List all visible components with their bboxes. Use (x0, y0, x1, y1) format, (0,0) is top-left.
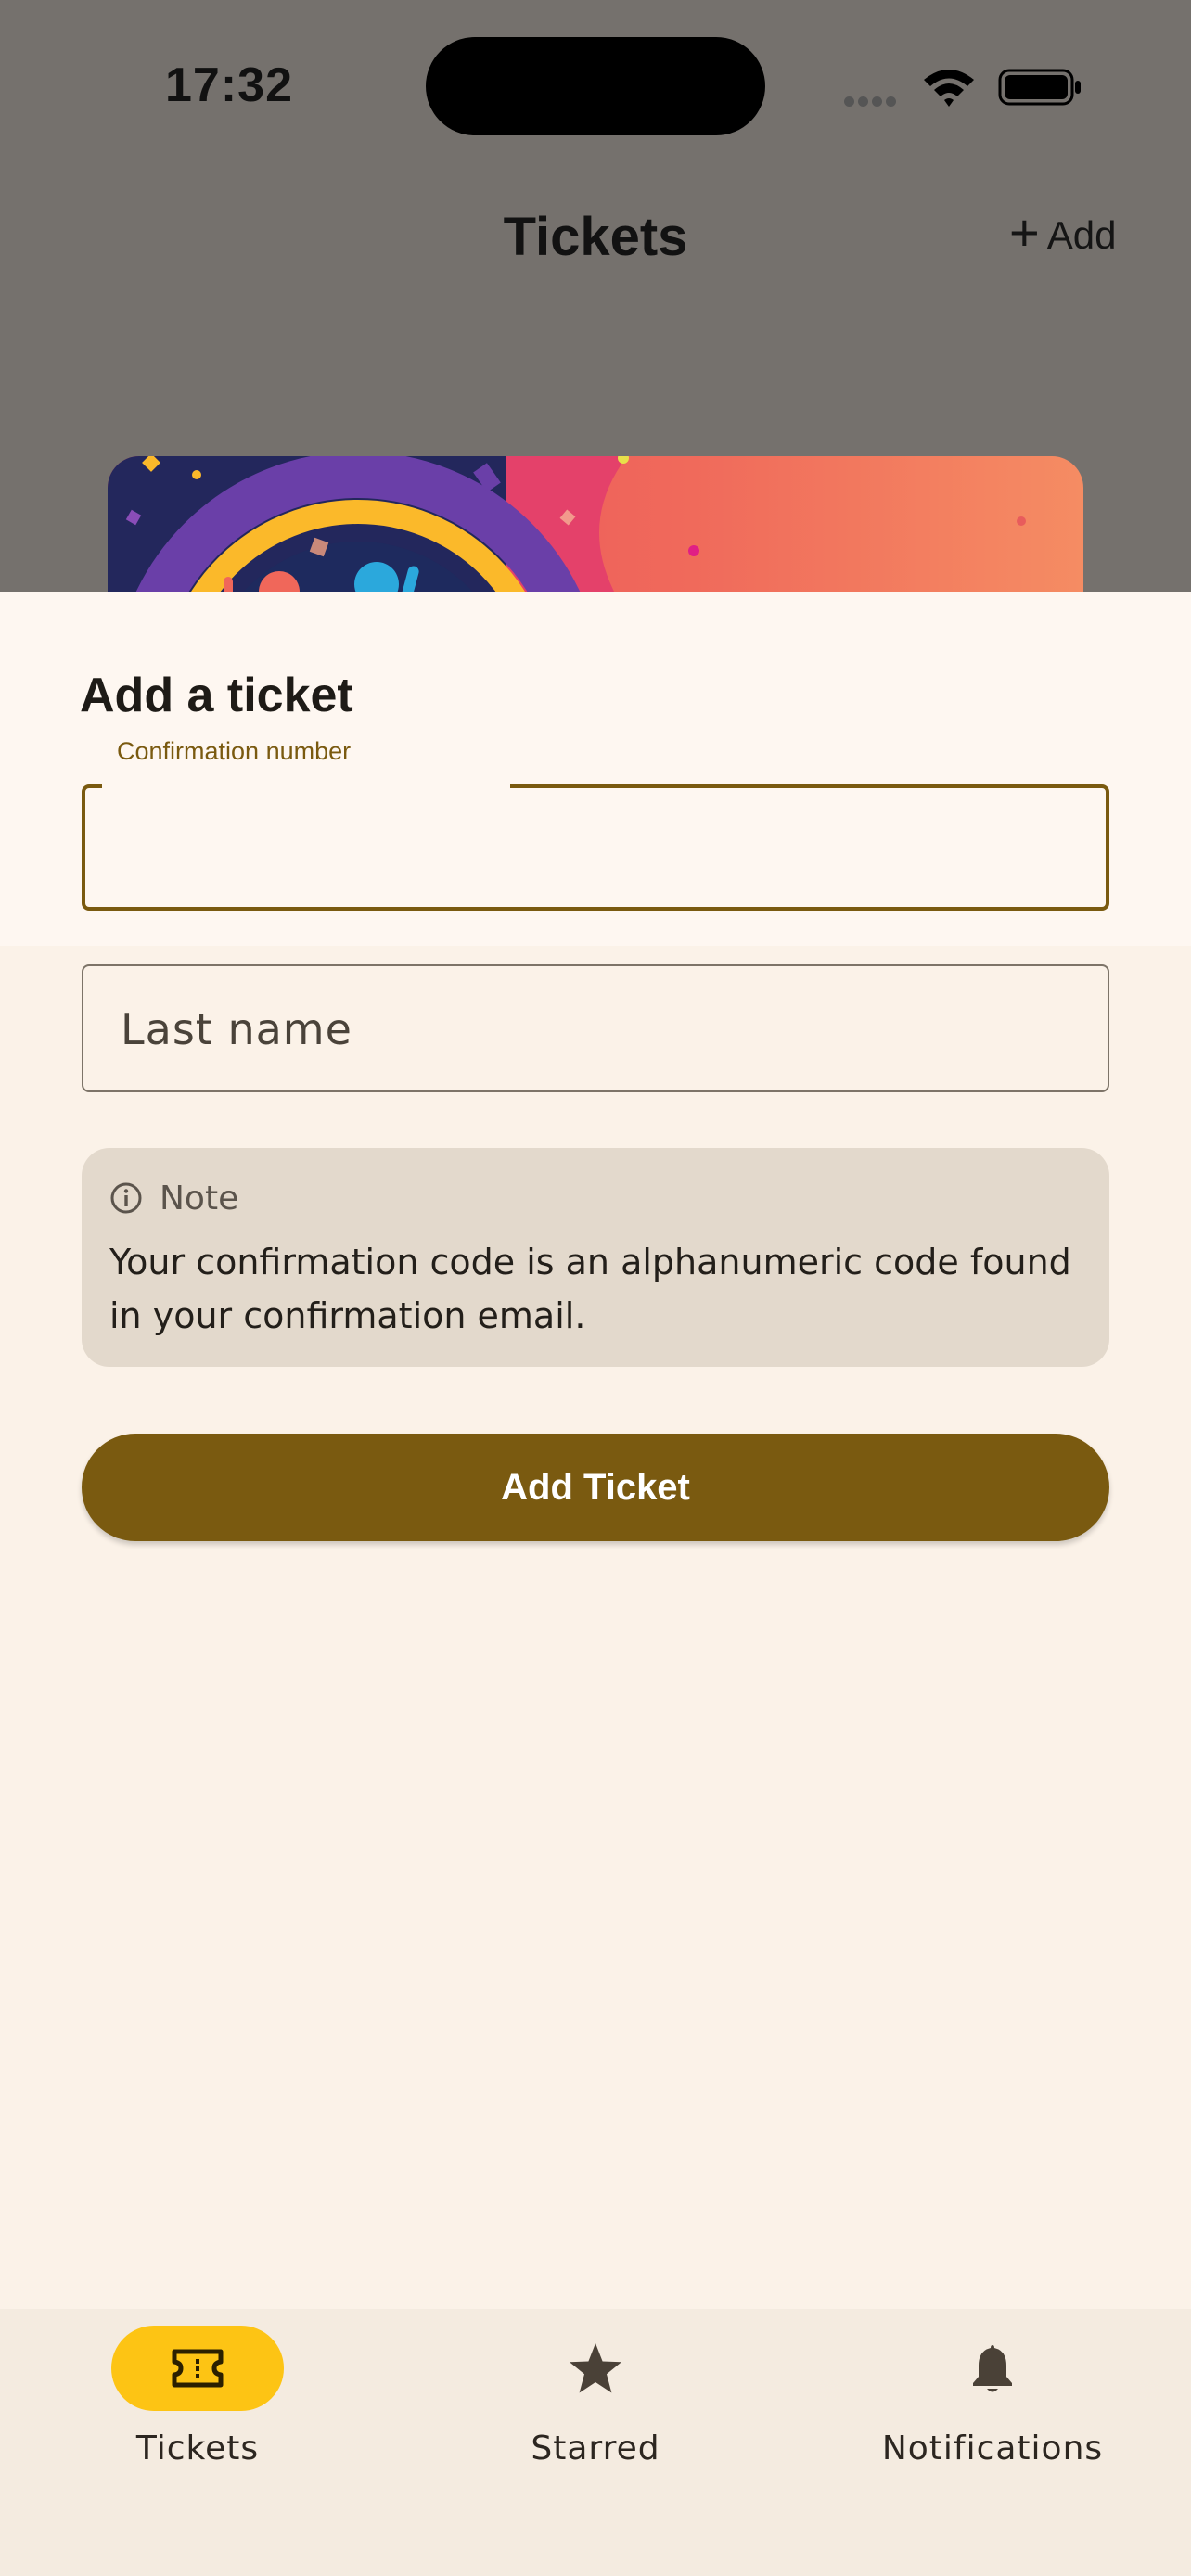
background-screen: 17:32 Tickets + Add (0, 0, 1191, 593)
tab-tickets[interactable]: Tickets (49, 2326, 346, 2468)
tab-tickets-label: Tickets (135, 2429, 260, 2468)
add-ticket-button[interactable]: Add Ticket (82, 1434, 1109, 1541)
tab-notifications[interactable]: Notifications (844, 2326, 1141, 2468)
sheet-title: Add a ticket (80, 669, 353, 722)
bell-icon (973, 2345, 1012, 2392)
note-body: Your confirmation code is an alphanumeri… (109, 1242, 1071, 1336)
tab-starred-indicator (509, 2326, 682, 2411)
add-ticket-link[interactable]: + Add (1009, 203, 1117, 261)
dynamic-island (426, 37, 765, 135)
wifi-icon (924, 70, 974, 107)
add-label: Add (1046, 213, 1117, 257)
field-label-notch (102, 779, 510, 790)
ticket-artwork (108, 456, 1026, 593)
last-name-input[interactable] (119, 994, 1078, 1065)
cellular-signal-icon (844, 95, 905, 107)
ticket-icon (172, 2349, 224, 2388)
star-icon (570, 2343, 621, 2393)
status-time: 17:32 (165, 58, 293, 112)
tab-starred[interactable]: Starred (447, 2326, 744, 2468)
note-title: Note (160, 1180, 239, 1218)
ticket-card-image[interactable] (108, 456, 1083, 593)
tab-notifications-indicator (906, 2326, 1079, 2411)
battery-icon (998, 69, 1081, 106)
plus-icon: + (1009, 203, 1040, 261)
tab-tickets-indicator (111, 2326, 284, 2411)
tab-starred-label: Starred (531, 2429, 660, 2468)
info-icon (110, 1182, 142, 1214)
confirmation-number-input[interactable] (121, 816, 1070, 883)
tab-notifications-label: Notifications (881, 2429, 1104, 2468)
confirmation-number-label: Confirmation number (117, 737, 352, 765)
